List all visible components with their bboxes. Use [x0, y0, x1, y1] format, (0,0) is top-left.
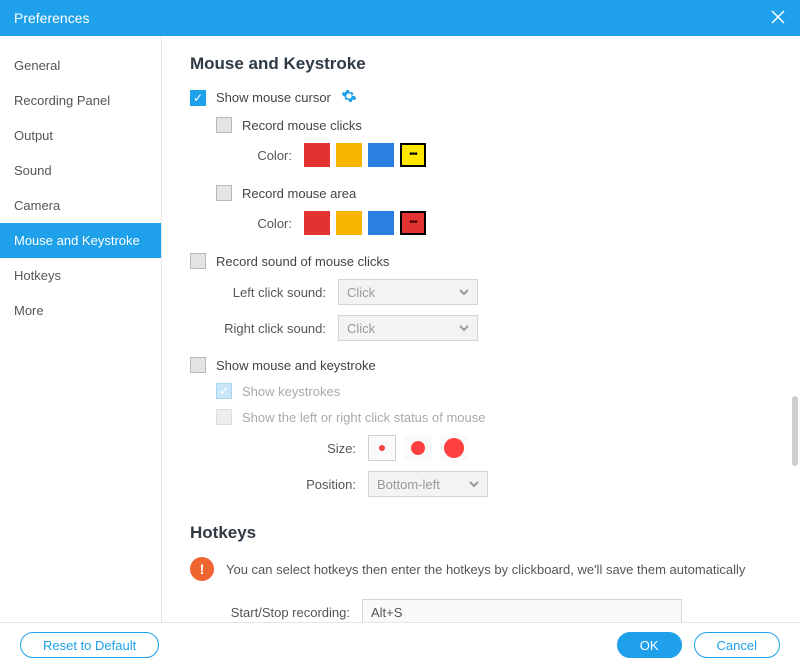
- label-show-lr-status: Show the left or right click status of m…: [242, 410, 486, 425]
- ellipsis-icon: •••: [409, 150, 417, 160]
- warning-icon: !: [190, 557, 214, 581]
- row-record-clicks-color: Color: •••: [242, 143, 772, 167]
- row-position: Position: Bottom-left: [216, 471, 772, 497]
- chevron-down-icon: [459, 321, 469, 336]
- swatch-area-orange[interactable]: [336, 211, 362, 235]
- size-option-large[interactable]: [440, 435, 468, 461]
- sidebar-item-more[interactable]: More: [0, 293, 161, 328]
- swatch-clicks-more[interactable]: •••: [400, 143, 426, 167]
- row-show-cursor: Show mouse cursor: [190, 88, 772, 107]
- hotkeys-info-text: You can select hotkeys then enter the ho…: [226, 562, 745, 577]
- swatch-clicks-orange[interactable]: [336, 143, 362, 167]
- content-pane: Mouse and Keystroke Show mouse cursor Re…: [162, 36, 800, 622]
- checkbox-record-area[interactable]: [216, 185, 232, 201]
- checkbox-record-clicks[interactable]: [216, 117, 232, 133]
- checkbox-show-mk[interactable]: [190, 357, 206, 373]
- checkbox-show-cursor[interactable]: [190, 90, 206, 106]
- sidebar-item-recording-panel[interactable]: Recording Panel: [0, 83, 161, 118]
- label-clicks-color: Color:: [242, 148, 292, 163]
- sidebar-item-general[interactable]: General: [0, 48, 161, 83]
- chevron-down-icon: [459, 285, 469, 300]
- label-area-color: Color:: [242, 216, 292, 231]
- row-show-lr-status: Show the left or right click status of m…: [216, 409, 772, 425]
- label-show-mk: Show mouse and keystroke: [216, 358, 376, 373]
- swatch-area-more[interactable]: •••: [400, 211, 426, 235]
- label-start-stop: Start/Stop recording:: [190, 605, 350, 620]
- size-option-medium[interactable]: [404, 435, 432, 461]
- cancel-button[interactable]: Cancel: [694, 632, 780, 658]
- close-icon[interactable]: [770, 9, 786, 28]
- swatch-area-blue[interactable]: [368, 211, 394, 235]
- sidebar: General Recording Panel Output Sound Cam…: [0, 36, 162, 622]
- gear-icon[interactable]: [341, 88, 357, 107]
- row-left-sound: Left click sound: Click: [216, 279, 772, 305]
- checkbox-record-sound[interactable]: [190, 253, 206, 269]
- row-record-clicks: Record mouse clicks: [216, 117, 772, 133]
- row-record-area-color: Color: •••: [242, 211, 772, 235]
- row-size: Size:: [216, 435, 772, 461]
- label-right-sound: Right click sound:: [216, 321, 326, 336]
- swatch-clicks-blue[interactable]: [368, 143, 394, 167]
- label-record-sound: Record sound of mouse clicks: [216, 254, 389, 269]
- chevron-down-icon: [469, 477, 479, 492]
- sidebar-item-camera[interactable]: Camera: [0, 188, 161, 223]
- select-position[interactable]: Bottom-left: [368, 471, 488, 497]
- row-record-sound: Record sound of mouse clicks: [190, 253, 772, 269]
- row-record-area: Record mouse area: [216, 185, 772, 201]
- swatch-clicks-red[interactable]: [304, 143, 330, 167]
- label-position: Position:: [216, 477, 356, 492]
- label-show-cursor: Show mouse cursor: [216, 90, 331, 105]
- sidebar-item-hotkeys[interactable]: Hotkeys: [0, 258, 161, 293]
- label-left-sound: Left click sound:: [216, 285, 326, 300]
- hotkeys-info-row: ! You can select hotkeys then enter the …: [190, 557, 772, 581]
- row-start-stop: Start/Stop recording:: [190, 599, 772, 622]
- titlebar: Preferences: [0, 0, 800, 36]
- ok-button[interactable]: OK: [617, 632, 682, 658]
- input-start-stop[interactable]: [362, 599, 682, 622]
- label-show-keystrokes: Show keystrokes: [242, 384, 340, 399]
- swatch-area-red[interactable]: [304, 211, 330, 235]
- size-option-small[interactable]: [368, 435, 396, 461]
- label-size: Size:: [216, 441, 356, 456]
- checkbox-show-keystrokes[interactable]: [216, 383, 232, 399]
- section-heading-hotkeys: Hotkeys: [190, 523, 772, 543]
- row-show-keystrokes: Show keystrokes: [216, 383, 772, 399]
- sidebar-item-output[interactable]: Output: [0, 118, 161, 153]
- label-record-clicks: Record mouse clicks: [242, 118, 362, 133]
- select-right-sound[interactable]: Click: [338, 315, 478, 341]
- scrollbar-thumb[interactable]: [792, 396, 798, 466]
- label-record-area: Record mouse area: [242, 186, 356, 201]
- select-left-sound[interactable]: Click: [338, 279, 478, 305]
- sidebar-item-sound[interactable]: Sound: [0, 153, 161, 188]
- ellipsis-icon: •••: [409, 218, 417, 228]
- footer: Reset to Default OK Cancel: [0, 623, 800, 667]
- row-show-mk: Show mouse and keystroke: [190, 357, 772, 373]
- reset-button[interactable]: Reset to Default: [20, 632, 159, 658]
- checkbox-show-lr-status[interactable]: [216, 409, 232, 425]
- row-right-sound: Right click sound: Click: [216, 315, 772, 341]
- sidebar-item-mouse-keystroke[interactable]: Mouse and Keystroke: [0, 223, 161, 258]
- window-title: Preferences: [14, 10, 89, 26]
- section-heading-mouse-keystroke: Mouse and Keystroke: [190, 54, 772, 74]
